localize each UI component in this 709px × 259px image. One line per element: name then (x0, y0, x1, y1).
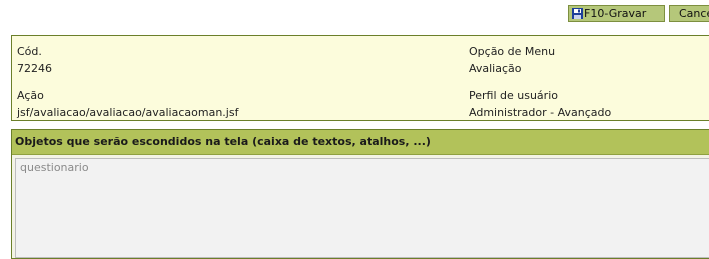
cod-value: 72246 (17, 62, 52, 75)
user-profile-label: Perfil de usuário (469, 89, 558, 102)
floppy-disk-icon (572, 8, 583, 19)
cancel-button[interactable]: Cancelar (669, 5, 709, 22)
hidden-objects-title: Objetos que serão escondidos na tela (ca… (12, 130, 709, 155)
hidden-objects-panel: Objetos que serão escondidos na tela (ca… (11, 129, 709, 259)
info-panel: Cód. 72246 Opção de Menu Avaliação Ação … (11, 35, 709, 121)
cod-label: Cód. (17, 45, 42, 58)
action-label: Ação (17, 89, 44, 102)
menu-option-field: Opção de Menu Avaliação (469, 43, 555, 77)
save-button[interactable]: F10-Gravar (568, 5, 665, 22)
save-button-label: F10-Gravar (584, 7, 647, 20)
user-profile-field: Perfil de usuário Administrador - Avança… (469, 87, 611, 121)
hidden-objects-textarea[interactable]: questionario (15, 158, 709, 258)
menu-option-value: Avaliação (469, 62, 522, 75)
cancel-button-label: Cancelar (679, 7, 709, 20)
user-profile-value: Administrador - Avançado (469, 106, 612, 119)
toolbar: F10-Gravar Cancelar (0, 5, 709, 23)
action-field: Ação jsf/avaliacao/avaliacao/avaliacaoma… (17, 87, 238, 121)
menu-option-label: Opção de Menu (469, 45, 556, 58)
cod-field: Cód. 72246 (17, 43, 52, 77)
action-value: jsf/avaliacao/avaliacao/avaliacaoman.jsf (17, 106, 239, 119)
